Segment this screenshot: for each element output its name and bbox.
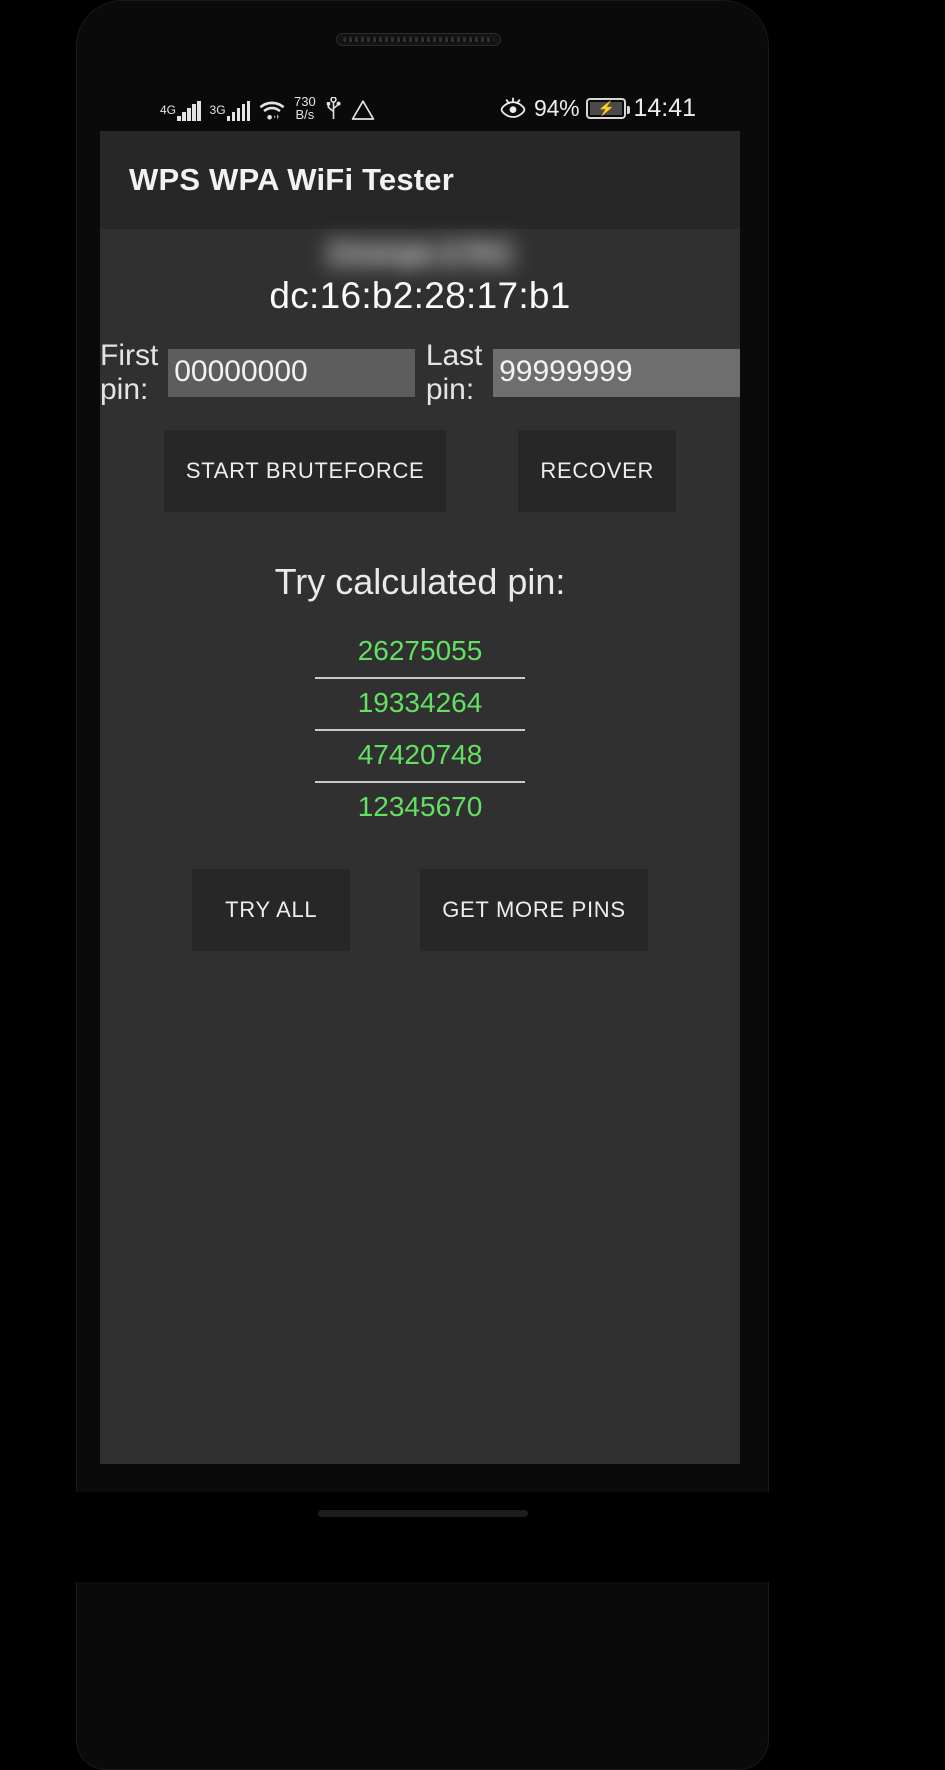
start-bruteforce-button[interactable]: START BRUTEFORCE [163,430,447,512]
calculated-button-row: TRY ALL GET MORE PINS [100,869,740,951]
first-pin-label: First pin: [100,339,159,406]
signal-3g: 3G [209,101,251,121]
last-pin-label: Last pin: [425,339,483,406]
warning-triangle-icon [351,99,375,121]
list-item[interactable]: 47420748 [100,731,740,781]
pin-range-row: First pin: Last pin: [100,339,740,407]
list-item[interactable]: 26275055 [100,627,740,677]
gesture-pill[interactable] [317,1510,528,1517]
battery-percent-label: 94% [534,94,580,121]
bruteforce-button-row: START BRUTEFORCE RECOVER [100,430,740,512]
earpiece-speaker [336,33,501,46]
status-bar: 4G 3G 730 B/s 94% ⚡ 14:41 [100,86,740,130]
app-bar: WPS WPA WiFi Tester [100,131,740,229]
list-item[interactable]: 19334264 [100,679,740,729]
network-speed-indicator: 730 B/s [294,95,316,121]
mac-address-label: dc:16:b2:28:17:b1 [269,275,571,316]
network-type-label-3g: 3G [209,103,226,117]
list-item[interactable]: 12345670 [100,783,740,833]
last-pin-input[interactable] [493,349,740,397]
network-speed-unit: B/s [295,107,315,122]
signal-bars-icon [226,101,251,121]
recover-button[interactable]: RECOVER [518,430,677,512]
navigation-bar [76,1492,769,1582]
signal-4g: 4G [160,101,201,121]
ssid-container: Orange-1781 [100,237,740,277]
first-pin-input[interactable] [168,349,416,397]
wifi-icon [259,100,285,121]
status-bar-left: 4G 3G 730 B/s [160,95,375,121]
battery-charging-icon: ⚡ [586,97,631,119]
network-type-label-4g: 4G [160,103,177,117]
signal-bars-icon [177,101,201,121]
status-bar-right: 94% ⚡ 14:41 [499,94,696,123]
app-window: WPS WPA WiFi Tester Orange-1781 dc:16:b2… [100,131,740,1464]
app-content: Orange-1781 dc:16:b2:28:17:b1 First pin:… [100,237,740,951]
app-title: WPS WPA WiFi Tester [129,162,455,197]
try-all-button[interactable]: TRY ALL [192,869,351,951]
get-more-pins-button[interactable]: GET MORE PINS [420,869,648,951]
ssid-label-redacted: Orange-1781 [321,237,519,271]
phone-screenshot: 4G 3G 730 B/s 94% ⚡ 14:41 WPS WPA WiFi T… [0,0,945,1770]
try-calculated-pin-title: Try calculated pin: [274,561,566,602]
eye-comfort-icon [499,97,527,119]
calculated-pin-list: 26275055 19334264 47420748 12345670 [100,627,740,833]
status-bar-clock: 14:41 [633,93,696,122]
usb-icon [325,97,342,121]
